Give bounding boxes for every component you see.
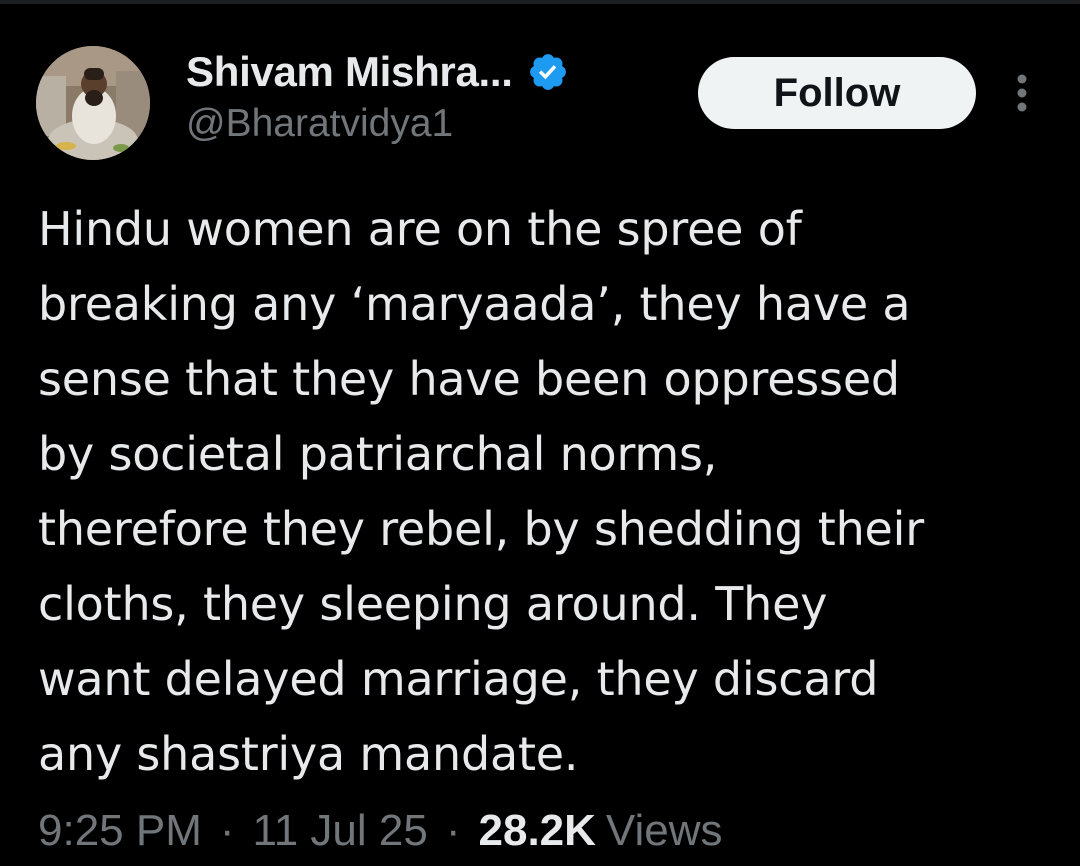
follow-button[interactable]: Follow xyxy=(698,57,976,129)
more-vertical-icon xyxy=(1017,74,1027,112)
author-name-row[interactable]: Shivam Mishra... xyxy=(186,44,569,100)
views-label: Views xyxy=(605,806,723,855)
avatar[interactable] xyxy=(36,46,150,160)
author-handle[interactable]: @Bharatvidya1 xyxy=(186,102,453,146)
meta-separator-2: · xyxy=(445,806,461,855)
verified-badge-icon[interactable] xyxy=(527,51,569,93)
tweet-text: Hindu women are on the spree of breaking… xyxy=(38,202,924,781)
tweet-time[interactable]: 9:25 PM xyxy=(38,806,202,856)
tweet-date[interactable]: 11 Jul 25 xyxy=(253,806,428,856)
more-options-button[interactable] xyxy=(1004,68,1040,118)
author-display-name[interactable]: Shivam Mishra... xyxy=(186,48,513,96)
tweet-meta: 9:25 PM · 11 Jul 25 · 28.2K Views xyxy=(38,806,723,866)
meta-separator: · xyxy=(219,806,235,855)
views-count: 28.2K xyxy=(478,806,596,855)
avatar-image xyxy=(36,46,150,160)
tweet-card: Shivam Mishra... @Bharatvidya1 Follow Hi… xyxy=(0,4,1080,855)
